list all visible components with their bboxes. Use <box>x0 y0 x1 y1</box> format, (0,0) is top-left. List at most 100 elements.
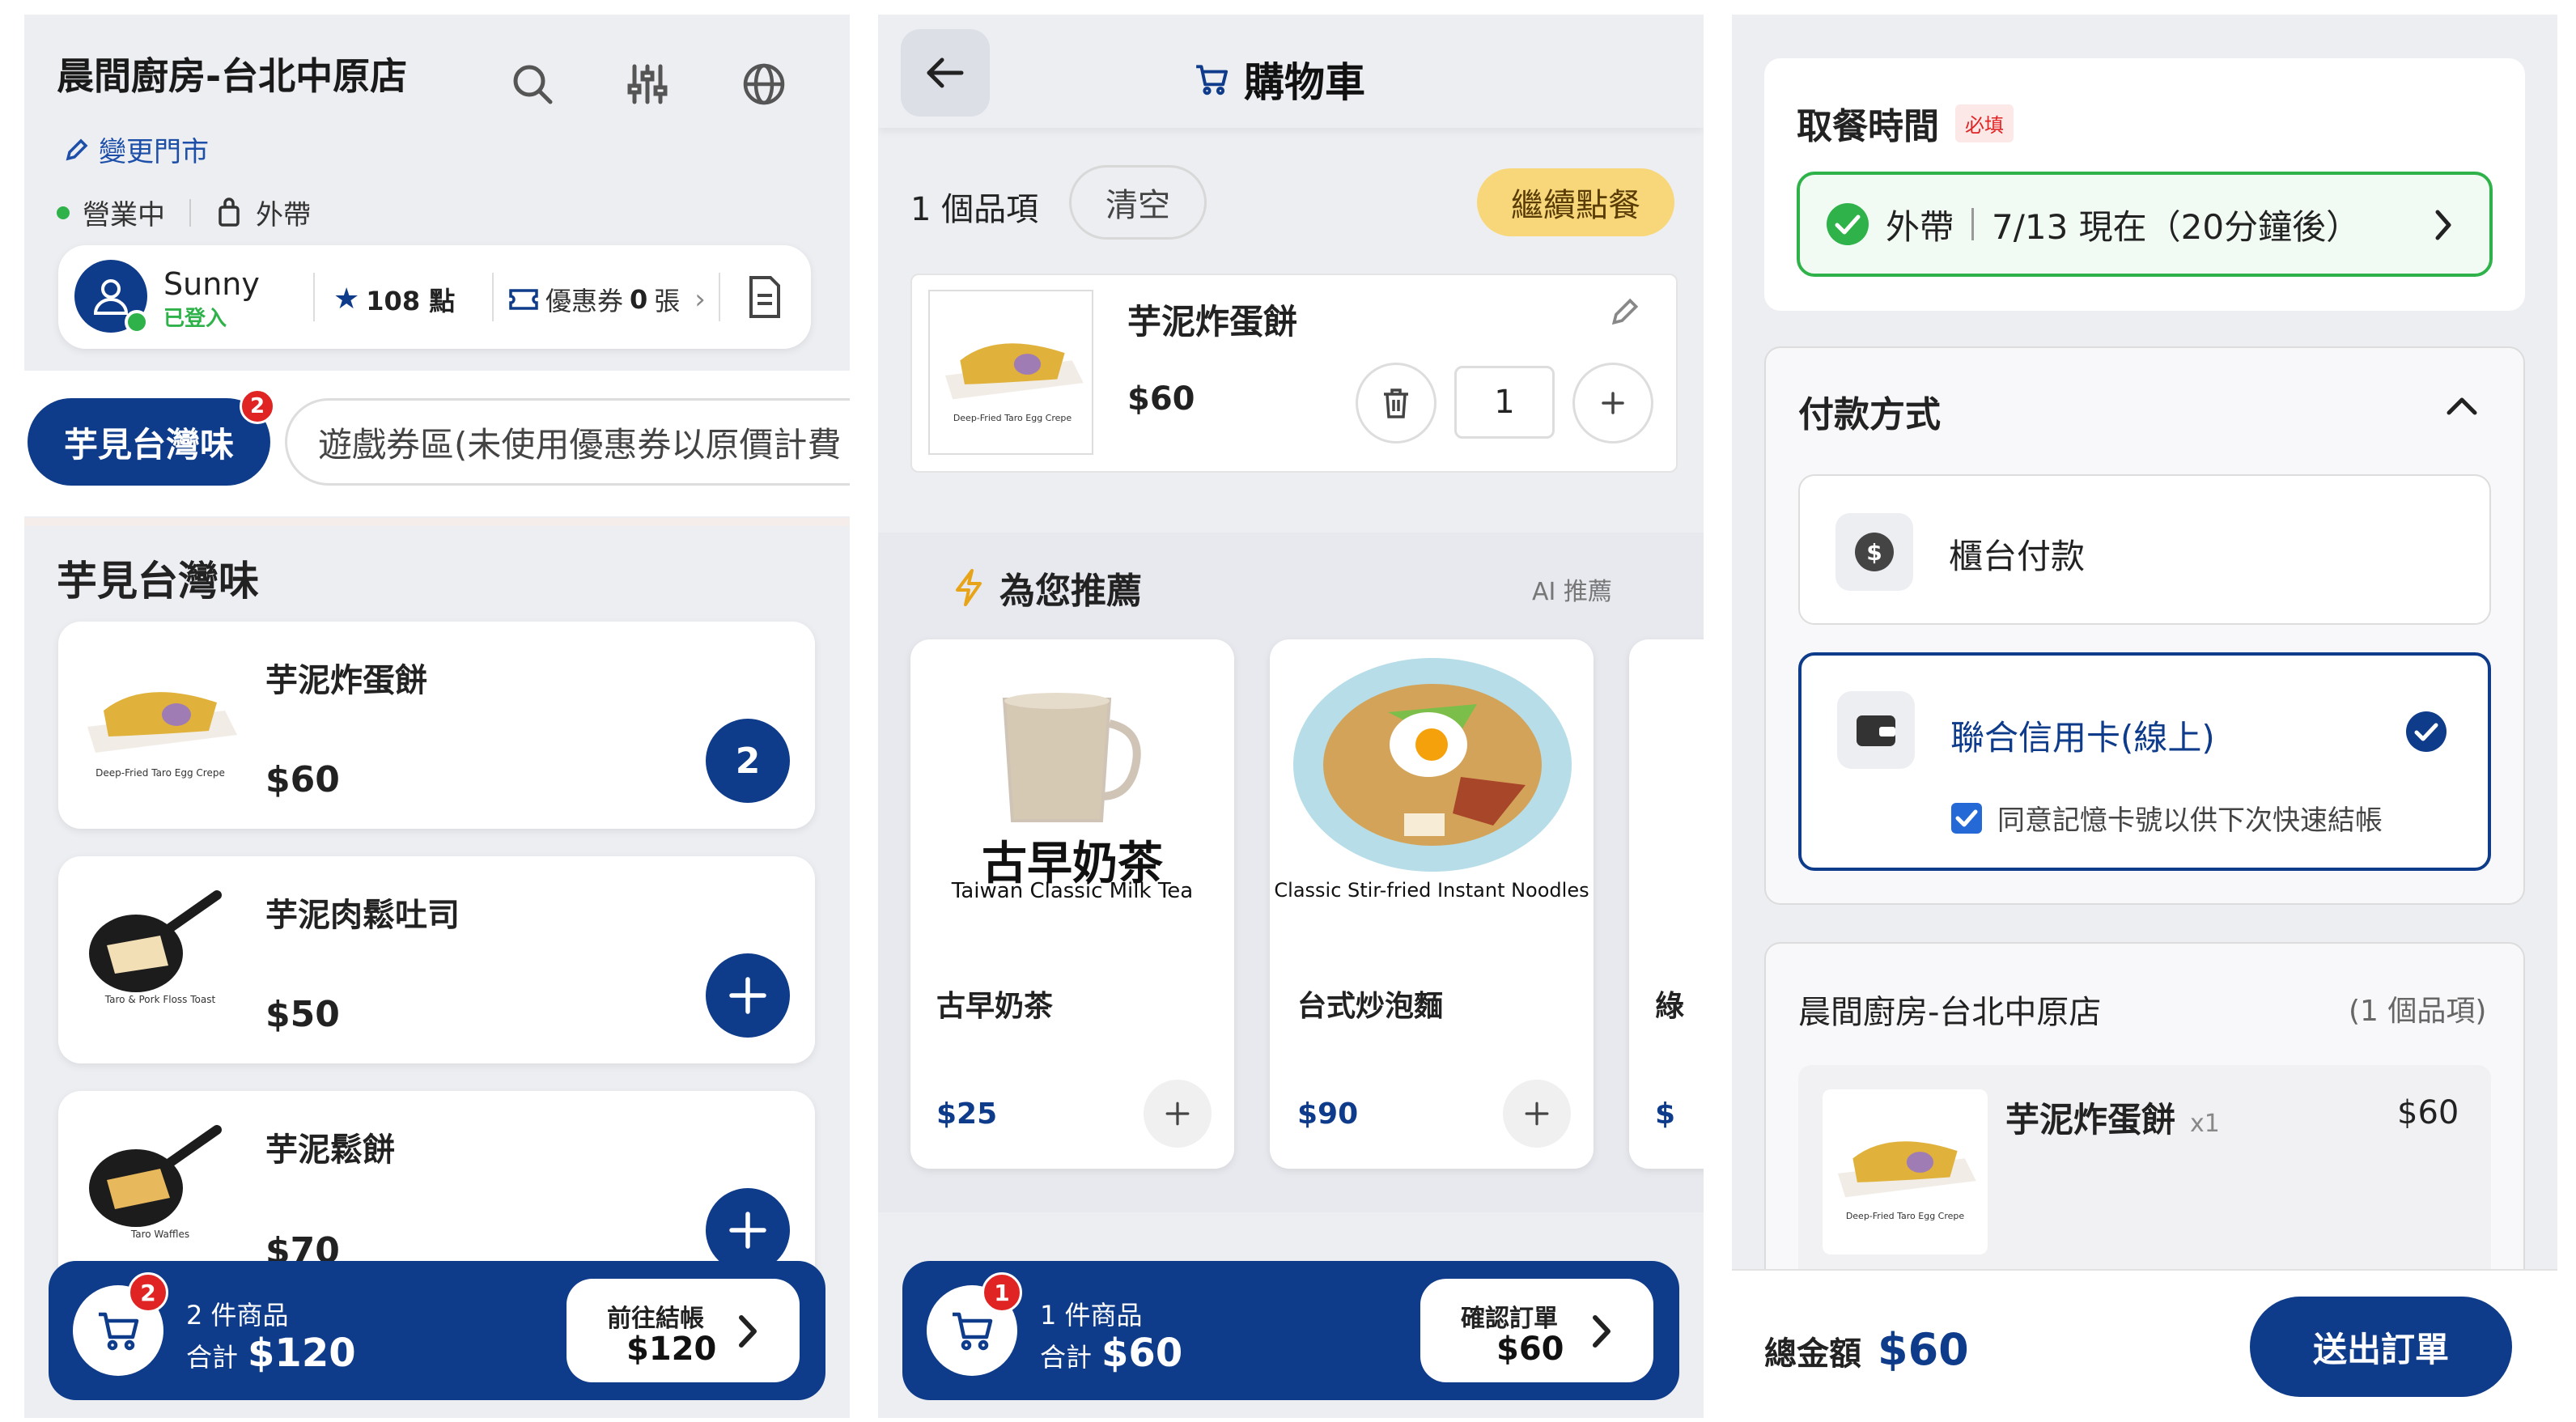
increase-button[interactable] <box>1572 363 1653 444</box>
payment-icon-box: $ <box>1835 513 1913 591</box>
cart-total: 合計 $60 <box>1040 1331 1182 1376</box>
recommend-card[interactable]: 綠 $ <box>1629 639 1704 1169</box>
item-name: 古早奶茶 <box>936 990 1054 1023</box>
quantity-button[interactable]: 2 <box>706 719 790 803</box>
tab-badge: 2 <box>240 388 275 424</box>
submit-order-button[interactable]: 送出訂單 <box>2250 1297 2512 1397</box>
checkbox-checked-icon[interactable] <box>1950 802 1983 834</box>
coupon-unit: 張 <box>654 286 681 316</box>
change-store-label: 變更門市 <box>99 136 209 168</box>
total-value: $60 <box>1101 1331 1183 1376</box>
item-count: 1 個品項 <box>910 191 1039 228</box>
coupon-label: 優惠券 <box>545 286 624 316</box>
pickup-section: 取餐時間 必填 外帶 7/13 現在（20分鐘後） <box>1764 58 2525 311</box>
menu-item[interactable]: Deep-Fried Taro Egg Crepe 芋泥炸蛋餅 $60 2 <box>58 622 815 829</box>
add-button[interactable] <box>1503 1080 1571 1148</box>
svg-text:$: $ <box>1866 539 1882 566</box>
payment-label: 櫃台付款 <box>1949 537 2086 576</box>
add-button[interactable] <box>706 953 790 1038</box>
tab-label: 遊戲券區(未使用優惠券以原價計費 <box>318 424 842 465</box>
pickup-mode: 外帶 <box>1886 206 1954 247</box>
login-status: 已登入 <box>163 307 227 331</box>
clear-button[interactable]: 清空 <box>1069 165 1207 240</box>
ai-tag: AI 推薦 <box>1532 578 1612 606</box>
globe-icon[interactable] <box>741 62 787 107</box>
chevron-right-icon <box>1593 1315 1611 1348</box>
search-icon[interactable] <box>510 62 555 107</box>
image-caption: Taro & Pork Floss Toast <box>104 994 216 1005</box>
payment-option-credit-card[interactable]: 聯合信用卡(線上) 同意記憶卡號以供下次快速結帳 <box>1798 652 2491 871</box>
recommend-header: 為您推薦 <box>953 562 1142 613</box>
add-button[interactable] <box>1144 1080 1212 1148</box>
cart-screen: 購物車 1 個品項 清空 繼續點餐 Deep-Fried Taro Egg Cr… <box>878 15 1704 1418</box>
points: ★ 108 點 <box>333 281 455 318</box>
payment-section: 付款方式 $ 櫃台付款 聯合信用卡(線上) 同意記憶卡號以供下次快速結帳 <box>1764 346 2525 905</box>
menu-item[interactable]: Taro & Pork Floss Toast 芋泥肉鬆吐司 $50 <box>58 856 815 1063</box>
divider <box>492 273 494 321</box>
tab-game-coupons[interactable]: 遊戲券區(未使用優惠券以原價計費 <box>285 398 850 486</box>
recommend-card[interactable]: 古早奶茶 Taiwan Classic Milk Tea 古早奶茶 $25 <box>910 639 1234 1169</box>
store-status-row: 營業中 外帶 <box>57 193 311 232</box>
continue-ordering-button[interactable]: 繼續點餐 <box>1477 168 1674 236</box>
chevron-up-icon[interactable] <box>2444 392 2480 419</box>
image-caption: Classic Stir-fried Instant Noodles <box>1274 879 1589 902</box>
check-circle-icon <box>1827 203 1869 245</box>
confirm-order-button[interactable]: 確認訂單 $60 <box>1420 1279 1653 1382</box>
tab-taro[interactable]: 芋見台灣味 <box>28 398 270 486</box>
stir-fried-noodles-image <box>1293 658 1572 872</box>
order-mode: 外帶 <box>256 199 311 231</box>
checkout-button[interactable]: 前往結帳 $120 <box>567 1279 800 1382</box>
cart-icon <box>99 1312 139 1351</box>
user-card[interactable]: Sunny 已登入 ★ 108 點 優惠券 0 張 › <box>58 245 811 349</box>
summary-store: 晨間廚房-台北中原店 <box>1798 994 2102 1031</box>
confirm-price: $60 <box>1496 1331 1564 1368</box>
order-history-icon[interactable] <box>746 274 783 320</box>
cart-bar[interactable]: 1 1 件商品 合計 $60 確認訂單 $60 <box>902 1261 1679 1400</box>
item-image: Deep-Fried Taro Egg Crepe <box>928 290 1093 455</box>
delete-button[interactable] <box>1356 363 1437 444</box>
item-image: Deep-Fried Taro Egg Crepe <box>1823 1089 1988 1254</box>
coupon-link[interactable]: 優惠券 0 張 › <box>508 281 706 318</box>
pickup-time: 7/13 現在（20分鐘後） <box>1992 206 2361 247</box>
cart-icon <box>953 1312 993 1351</box>
submit-label: 送出訂單 <box>2312 1329 2449 1369</box>
lightning-icon <box>956 569 982 606</box>
image-caption: Taiwan Classic Milk Tea <box>951 879 1194 903</box>
payment-option-counter[interactable]: $ 櫃台付款 <box>1798 474 2491 625</box>
cart-total: 合計 $120 <box>186 1331 356 1376</box>
cart-bar[interactable]: 2 2 件商品 合計 $120 前往結帳 $120 <box>49 1261 825 1400</box>
item-price: $25 <box>936 1097 998 1131</box>
tab-label: 芋見台灣味 <box>63 424 234 465</box>
item-qty: x1 <box>2190 1110 2220 1138</box>
cart-badge: 2 <box>128 1272 168 1313</box>
recommend-card[interactable]: Classic Stir-fried Instant Noodles 台式炒泡麵… <box>1270 639 1594 1169</box>
add-button[interactable] <box>706 1188 790 1272</box>
taro-waffles-image: Taro Waffles <box>79 1123 241 1240</box>
item-name: 芋泥炸蛋餅 <box>1127 302 1298 342</box>
checkout-price: $120 <box>626 1331 717 1368</box>
required-badge: 必填 <box>1955 104 2014 142</box>
coupon-count: 0 <box>630 284 648 315</box>
payment-label: 聯合信用卡(線上) <box>1950 718 2215 758</box>
checkout-footer: 總金額 $60 送出訂單 <box>1732 1269 2557 1418</box>
divider <box>24 518 850 526</box>
cart-icon <box>1196 65 1229 96</box>
menu-screen: 晨間廚房-台北中原店 變更門市 營業中 外帶 Sunny 已登入 ★ 108 點 <box>24 15 850 1418</box>
continue-label: 繼續點餐 <box>1511 187 1640 224</box>
filter-icon[interactable] <box>625 62 670 107</box>
divider <box>1971 208 1975 240</box>
takeout-bag-icon <box>219 197 240 227</box>
edit-icon[interactable] <box>1608 295 1642 329</box>
change-store-link[interactable]: 變更門市 <box>63 129 209 169</box>
image-caption: Deep-Fried Taro Egg Crepe <box>953 413 1072 423</box>
open-dot <box>57 206 70 219</box>
total-value: $120 <box>248 1331 356 1376</box>
back-button[interactable] <box>901 29 990 117</box>
total-amount: 總金額 $60 <box>1764 1324 1969 1375</box>
remember-card[interactable]: 同意記憶卡號以供下次快速結帳 <box>1950 798 2383 838</box>
total-value: $60 <box>1878 1324 1969 1375</box>
plus-icon <box>729 977 766 1014</box>
pickup-time-selector[interactable]: 外帶 7/13 現在（20分鐘後） <box>1797 172 2493 277</box>
item-name: 芋泥炸蛋餅 <box>2005 1100 2176 1140</box>
quantity-input[interactable]: 1 <box>1454 366 1555 439</box>
